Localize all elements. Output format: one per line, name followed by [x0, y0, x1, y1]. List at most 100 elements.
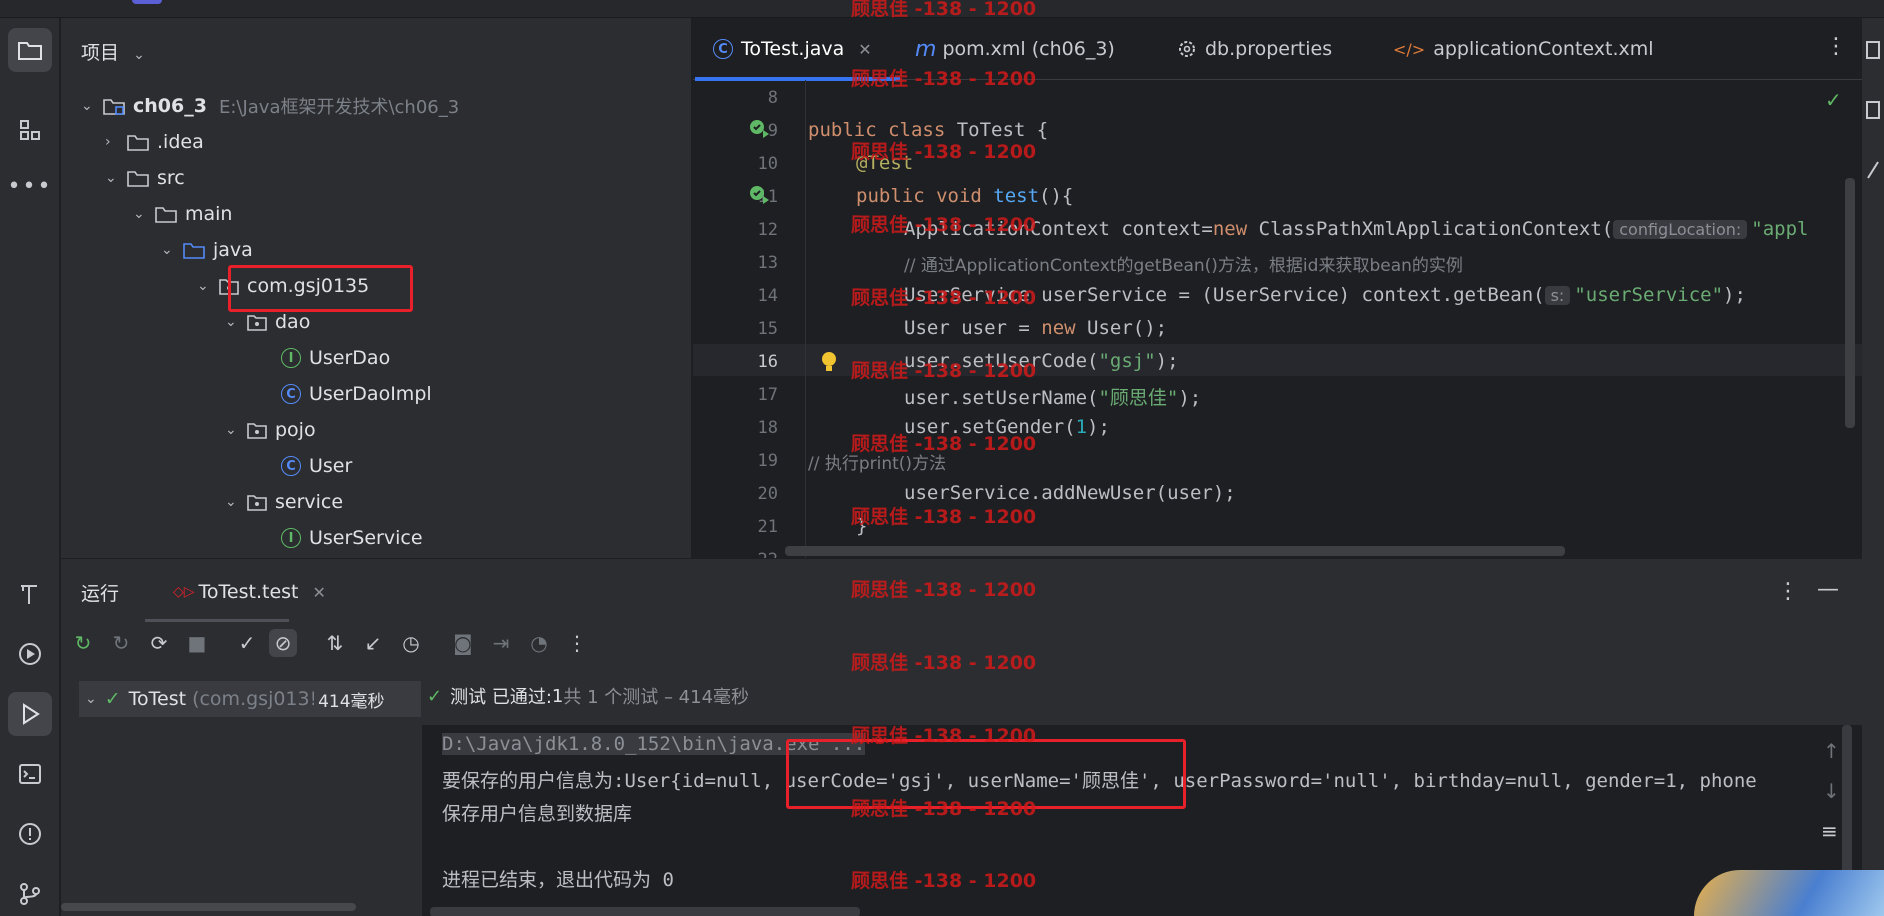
- code-line-13[interactable]: // 通过ApplicationContext的getBean()方法，根据id…: [904, 251, 1463, 276]
- watermark: 顾思佳 -138 - 1200: [851, 287, 1037, 309]
- chevron-down-icon: ⌄: [105, 170, 117, 186]
- show-passed-button[interactable]: ✓: [233, 629, 261, 657]
- watermark: 顾思佳 -138 - 1200: [851, 798, 1037, 820]
- status-prefix: 测试 已通过:: [450, 687, 552, 708]
- tab-menu-icon[interactable]: ⋮: [1825, 34, 1847, 59]
- close-icon[interactable]: ✕: [858, 40, 871, 59]
- tree-scrollbar[interactable]: [61, 903, 356, 911]
- more-icon: •••: [7, 173, 53, 199]
- services-tool-button[interactable]: [8, 632, 52, 676]
- watermark: 顾思佳 -138 - 1200: [851, 870, 1037, 892]
- package-icon: [247, 313, 267, 331]
- tree-node-java[interactable]: ⌄ java: [161, 232, 253, 268]
- chevron-right-icon: ›: [105, 134, 111, 150]
- code-line-20[interactable]: userService.addNewUser(user);: [904, 482, 1236, 504]
- code-line-11[interactable]: public void test(){: [856, 185, 1073, 207]
- module-folder-icon: [103, 97, 125, 115]
- more-tools-button[interactable]: •••: [8, 164, 52, 208]
- rerun-icon: ↻: [74, 631, 92, 655]
- structure-tool-button[interactable]: [8, 108, 52, 152]
- interface-icon: I: [281, 348, 301, 368]
- tree-node-pojo[interactable]: ⌄ pojo: [225, 412, 316, 448]
- chevron-down-icon: ⌄: [133, 47, 145, 63]
- rerun-failed-button[interactable]: ↻: [107, 629, 135, 657]
- more-icon: ⋮: [567, 631, 587, 655]
- tree-label: ch06_3: [133, 95, 207, 117]
- more-options-icon[interactable]: ⋮: [1777, 579, 1799, 604]
- tree-node-service[interactable]: ⌄ service: [225, 484, 343, 520]
- editor-vertical-scrollbar[interactable]: [1845, 178, 1855, 428]
- structure-icon: [20, 120, 40, 140]
- database-icon[interactable]: [1866, 100, 1880, 120]
- problems-tool-button[interactable]: [8, 812, 52, 856]
- sort-icon: ⇅: [326, 631, 344, 655]
- project-tool-button[interactable]: [8, 28, 52, 72]
- git-tool-button[interactable]: [8, 872, 52, 916]
- chevron-down-icon: ⌄: [225, 314, 237, 330]
- history-button[interactable]: ◷: [397, 629, 425, 657]
- chevron-down-icon: ⌄: [133, 206, 145, 222]
- toggle-auto-test-button[interactable]: ⟳: [145, 629, 173, 657]
- param-hint: s:: [1544, 286, 1571, 305]
- tab-totest-java[interactable]: C ToTest.java ✕: [713, 18, 872, 80]
- line-number: 12: [757, 220, 778, 240]
- tree-node-src[interactable]: ⌄ src: [105, 160, 185, 196]
- clock-icon: ◷: [402, 631, 420, 655]
- test-status-bar: ✓ 测试 已通过: 1 共 1 个测试 – 414毫秒: [427, 683, 749, 709]
- tree-node-main[interactable]: ⌄ main: [133, 196, 232, 232]
- tree-node-idea[interactable]: › .idea: [105, 124, 204, 160]
- notifications-icon[interactable]: [1866, 40, 1880, 60]
- maven-icon[interactable]: [1866, 160, 1880, 180]
- terminal-tool-button[interactable]: [8, 752, 52, 796]
- tab-label: ToTest.java: [741, 38, 845, 60]
- toolbar-more-button[interactable]: ⋮: [563, 629, 591, 657]
- checkmark-icon: ✓: [1825, 88, 1842, 112]
- tree-label: src: [157, 167, 185, 189]
- code-line-17[interactable]: user.setUserName("顾思佳");: [904, 383, 1201, 410]
- test-result-row[interactable]: ⌄ ✓ ToTest (com.gsj013! 414毫秒: [79, 681, 421, 717]
- scroll-down-icon[interactable]: ↓: [1823, 779, 1840, 803]
- run-test-gutter-icon[interactable]: [749, 184, 771, 206]
- chevron-down-icon: ⌄: [197, 278, 209, 294]
- folder-icon: [127, 133, 149, 151]
- tree-node-ch06-3[interactable]: ⌄ ch06_3 E:\Java框架开发技术\ch06_3: [81, 88, 459, 124]
- tree-node-user[interactable]: C User: [281, 448, 352, 484]
- lightbulb-icon[interactable]: [819, 350, 839, 374]
- line-number: 17: [757, 385, 778, 405]
- code-line-12[interactable]: ApplicationContext context=new ClassPath…: [904, 218, 1808, 240]
- maven-icon: m: [915, 36, 937, 62]
- collapse-button[interactable]: ↙: [359, 629, 387, 657]
- console-hscrollbar[interactable]: [430, 907, 860, 916]
- run-tab-totest[interactable]: ◇▷ ToTest.test ✕: [161, 571, 338, 613]
- scroll-up-icon[interactable]: ↑: [1823, 739, 1840, 763]
- export-button[interactable]: ⇥: [487, 629, 515, 657]
- tab-db-properties[interactable]: db.properties: [1177, 18, 1332, 80]
- code-line-15[interactable]: User user = new User();: [904, 317, 1167, 339]
- tree-label: main: [185, 203, 233, 225]
- line-number: 8: [767, 88, 778, 108]
- tab-applicationcontext-xml[interactable]: </> applicationContext.xml: [1393, 18, 1654, 80]
- screenshot-button[interactable]: ◙: [449, 629, 477, 657]
- run-test-gutter-icon[interactable]: [749, 118, 771, 140]
- gear-icon: [1179, 41, 1195, 57]
- soft-wrap-icon[interactable]: ≡: [1821, 819, 1838, 843]
- run-tool-button[interactable]: [8, 692, 52, 736]
- tab-label: db.properties: [1205, 38, 1333, 60]
- tree-node-userdaoimpl[interactable]: C UserDaoImpl: [281, 376, 432, 412]
- line-number: 10: [757, 154, 778, 174]
- close-icon[interactable]: ✕: [313, 583, 326, 602]
- show-ignored-button[interactable]: ⊘: [269, 629, 297, 657]
- sort-button[interactable]: ⇅: [321, 629, 349, 657]
- editor-horizontal-scrollbar[interactable]: [785, 546, 1565, 556]
- build-tool-button[interactable]: [8, 572, 52, 616]
- stop-button[interactable]: ■: [183, 629, 211, 657]
- watermark: 顾思佳 -138 - 1200: [851, 68, 1037, 90]
- coverage-button[interactable]: ◔: [525, 629, 553, 657]
- class-icon: C: [281, 384, 301, 404]
- watermark: 顾思佳 -138 - 1200: [851, 214, 1037, 236]
- tree-node-userservice[interactable]: I UserService: [281, 520, 423, 556]
- minimize-icon[interactable]: —: [1817, 577, 1839, 602]
- project-panel-header[interactable]: 项目 ⌄: [81, 38, 145, 65]
- rerun-button[interactable]: ↻: [69, 629, 97, 657]
- tree-node-userdao[interactable]: I UserDao: [281, 340, 390, 376]
